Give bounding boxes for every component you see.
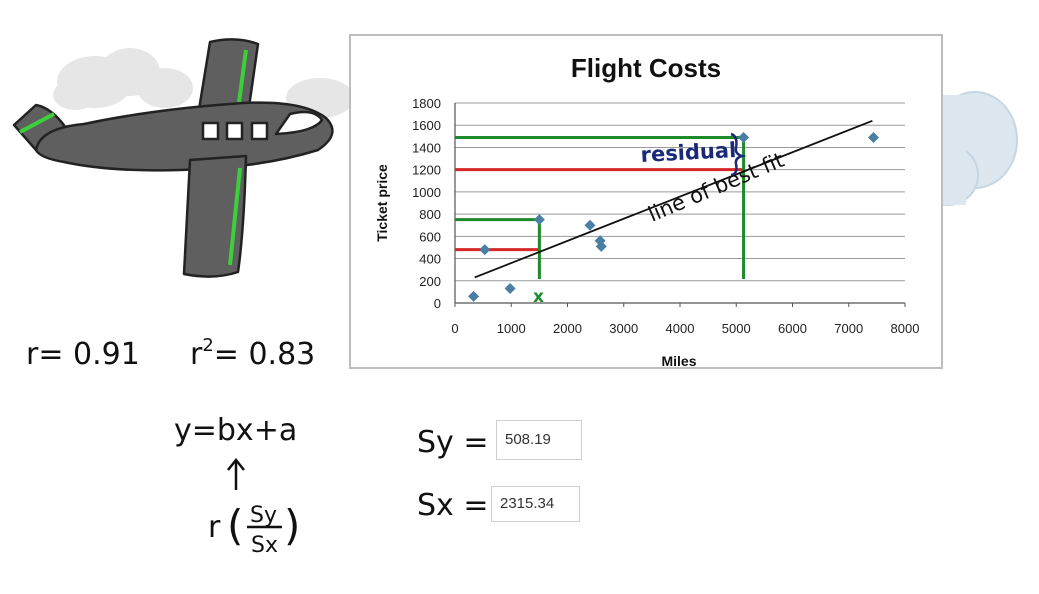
r-value: r= 0.91: [26, 337, 140, 372]
x-tick-label: 4000: [666, 321, 695, 336]
x-tick-label: 2000: [553, 321, 582, 336]
y-tick-label: 0: [434, 296, 441, 311]
svg-text:Sy: Sy: [250, 503, 277, 528]
sx-value-input[interactable]: 2315.34: [491, 486, 580, 522]
x-axis-label: Miles: [661, 353, 696, 369]
y-axis-label: Ticket price: [374, 164, 390, 242]
svg-text:(: (: [227, 501, 243, 550]
regression-equation: y=bx+a: [174, 413, 297, 448]
x-tick-label: 5000: [722, 321, 751, 336]
x-tick-label: 8000: [891, 321, 920, 336]
x-tick-label: 3000: [609, 321, 638, 336]
sy-value-input[interactable]: 508.19: [496, 420, 582, 460]
y-tick-label: 1000: [412, 185, 441, 200]
y-tick-label: 800: [419, 207, 441, 222]
cloud-left: [53, 48, 193, 110]
x-tick-label: 6000: [778, 321, 807, 336]
x-tick-label: 1000: [497, 321, 526, 336]
y-tick-label: 400: [419, 252, 441, 267]
sx-label: Sx =: [417, 488, 488, 523]
residual-label: residual: [640, 138, 737, 167]
r-squared-value: r2= 0.83: [190, 335, 315, 372]
svg-text:Sx: Sx: [251, 533, 278, 558]
sy-label: Sy =: [417, 425, 488, 460]
y-tick-label: 600: [419, 229, 441, 244]
x-tick-label: 7000: [834, 321, 863, 336]
y-tick-label: 1800: [412, 96, 441, 111]
y-tick-label: 1200: [412, 163, 441, 178]
chart-title: Flight Costs: [571, 53, 721, 83]
arrow-up-icon: [227, 457, 245, 490]
svg-text:r: r: [208, 510, 221, 545]
svg-text:): ): [284, 501, 300, 550]
x-tick-label: 0: [451, 321, 458, 336]
slope-formula: r ( Sy Sx ): [208, 501, 300, 558]
x-marker-label: x: [533, 287, 544, 307]
y-tick-label: 1600: [412, 118, 441, 133]
y-tick-label: 200: [419, 274, 441, 289]
chart-frame: [349, 34, 943, 369]
y-tick-label: 1400: [412, 140, 441, 155]
